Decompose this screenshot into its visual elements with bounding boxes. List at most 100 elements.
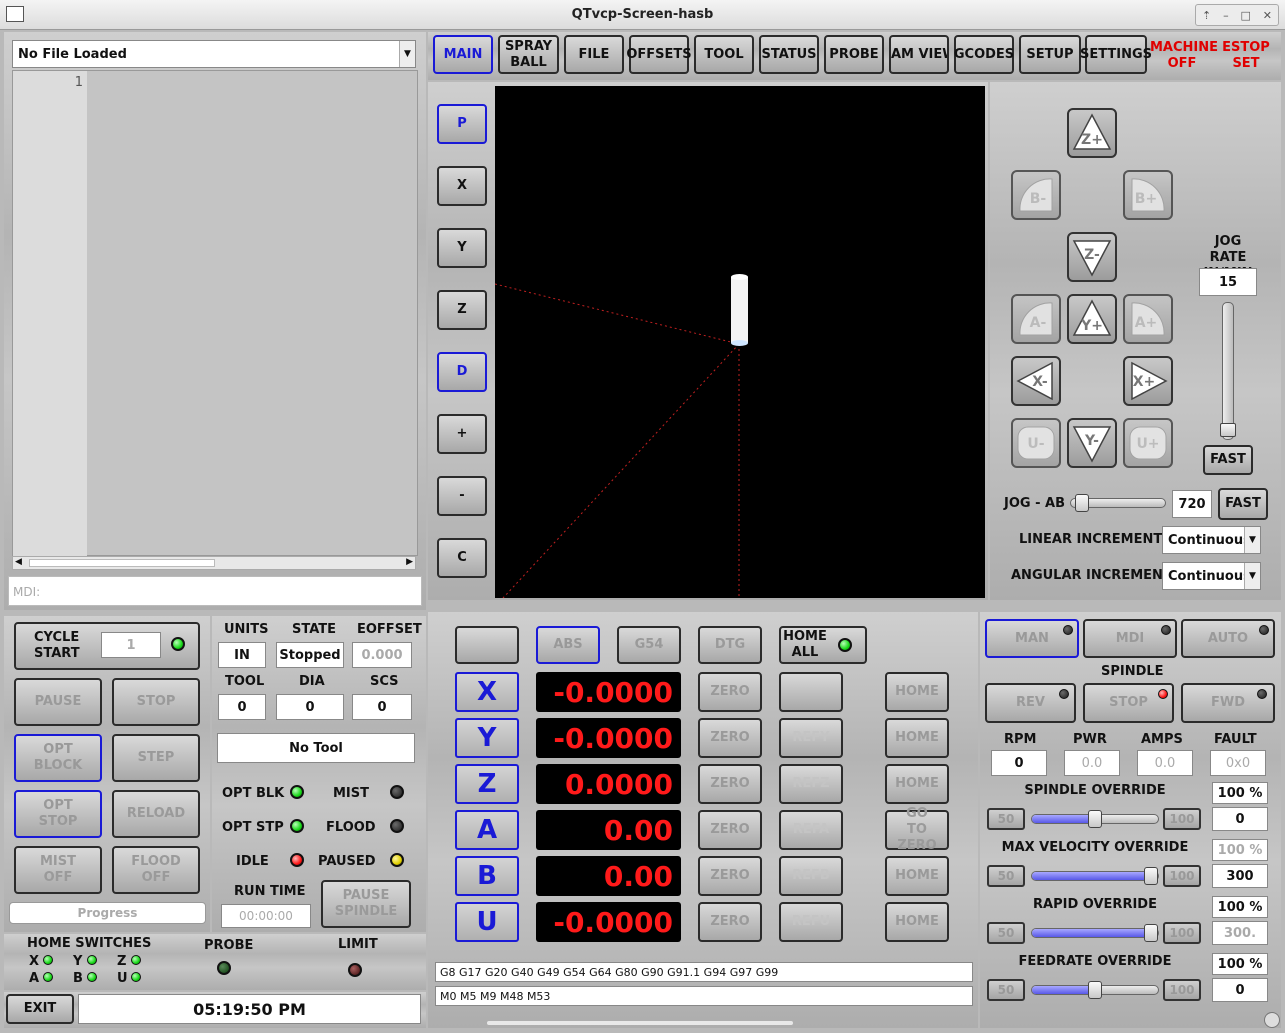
spindle-override-min-button[interactable]: 50: [987, 808, 1025, 830]
max-velocity-override-min-button[interactable]: 50: [987, 865, 1025, 887]
spindle-override-value[interactable]: 0: [1212, 807, 1268, 831]
step-button[interactable]: STEP: [112, 734, 200, 782]
tab-settings[interactable]: SETTINGS: [1080, 35, 1152, 74]
rapid-override-value[interactable]: 300.: [1212, 921, 1268, 945]
opt-block-button[interactable]: OPT BLOCK: [14, 734, 102, 782]
axis-a-home-button[interactable]: GO TO ZERO: [885, 806, 949, 853]
jog-rate-slider[interactable]: [1220, 302, 1236, 440]
jog-y-plus-button[interactable]: Y+: [1067, 294, 1117, 344]
dro-g54-button[interactable]: G54: [617, 626, 681, 664]
spindle-override-slider-handle[interactable]: [1088, 810, 1102, 828]
gcode-editor[interactable]: 1: [12, 70, 418, 557]
axis-u-home-button[interactable]: HOME: [885, 902, 949, 942]
zoom-out-button[interactable]: -: [437, 476, 487, 516]
view-y-button[interactable]: Y: [437, 228, 487, 268]
jog-z-plus-button[interactable]: Z+: [1067, 108, 1117, 158]
angular-increment-select[interactable]: Continuous ▼: [1162, 562, 1261, 590]
machine-status[interactable]: MACHINE OFF: [1150, 40, 1218, 72]
axis-a-ref-button[interactable]: REFA: [779, 810, 843, 850]
spindle-override-max-button[interactable]: 100: [1163, 808, 1201, 830]
jog-u-minus-button[interactable]: U-: [1011, 418, 1061, 468]
max-velocity-override-slider[interactable]: [1031, 867, 1159, 885]
axis-a-zero-button[interactable]: ZERO: [698, 810, 762, 850]
spindle-override-slider[interactable]: [1031, 810, 1159, 828]
jog-rate-value[interactable]: 15: [1199, 268, 1257, 296]
axis-y-zero-button[interactable]: ZERO: [698, 718, 762, 758]
axis-b-home-button[interactable]: HOME: [885, 856, 949, 896]
axis-z-home-button[interactable]: HOME: [885, 764, 949, 804]
tab-status[interactable]: STATUS: [759, 35, 819, 74]
rapid-override-max-button[interactable]: 100: [1163, 922, 1201, 944]
jog-x-plus-button[interactable]: X+: [1123, 356, 1173, 406]
jog-ab-slider-handle[interactable]: [1075, 494, 1089, 512]
view-x-button[interactable]: X: [437, 166, 487, 206]
editor-hscrollbar[interactable]: ◀ ▶: [12, 556, 416, 570]
axis-x-label[interactable]: X: [455, 672, 519, 712]
axis-b-label[interactable]: B: [455, 856, 519, 896]
axis-y-home-button[interactable]: HOME: [885, 718, 949, 758]
jog-b-plus-button[interactable]: B+: [1123, 170, 1173, 220]
feedrate-override-min-button[interactable]: 50: [987, 979, 1025, 1001]
dro-dtg-button[interactable]: DTG: [698, 626, 762, 664]
stop-button[interactable]: STOP: [112, 678, 200, 726]
tab-file[interactable]: FILE: [564, 35, 624, 74]
tab-spray-ball[interactable]: SPRAY BALL: [498, 35, 559, 74]
jog-ab-fast-button[interactable]: FAST: [1218, 488, 1268, 520]
feedrate-override-slider-handle[interactable]: [1088, 981, 1102, 999]
view-p-button[interactable]: P: [437, 104, 487, 144]
scroll-right-icon[interactable]: ▶: [406, 557, 413, 567]
clear-view-button[interactable]: C: [437, 538, 487, 578]
rapid-override-slider-handle[interactable]: [1144, 924, 1158, 942]
tab-cam-view[interactable]: CAM VIEW: [889, 35, 949, 74]
axis-y-label[interactable]: Y: [455, 718, 519, 758]
exit-button[interactable]: EXIT: [6, 994, 74, 1024]
zoom-in-button[interactable]: +: [437, 414, 487, 454]
axis-b-ref-button[interactable]: REFB: [779, 856, 843, 896]
tab-setup[interactable]: SETUP: [1019, 35, 1081, 74]
tab-main[interactable]: MAIN: [433, 35, 493, 74]
pause-spindle-button[interactable]: PAUSE SPINDLE: [321, 880, 411, 928]
axis-b-zero-button[interactable]: ZERO: [698, 856, 762, 896]
tab-offsets[interactable]: OFFSETS: [626, 35, 692, 74]
jog-fast-button[interactable]: FAST: [1203, 445, 1253, 475]
mist-off-button[interactable]: MIST OFF: [14, 846, 102, 894]
jog-a-minus-button[interactable]: A-: [1011, 294, 1061, 344]
keep-above-icon[interactable]: ⇡: [1202, 9, 1211, 22]
axis-z-ref-button[interactable]: REFZ: [779, 764, 843, 804]
axis-x-zero-button[interactable]: ZERO: [698, 672, 762, 712]
mdi-input[interactable]: MDI:: [8, 576, 422, 606]
axis-x-home-button[interactable]: HOME: [885, 672, 949, 712]
jog-y-minus-button[interactable]: Y-: [1067, 418, 1117, 468]
pause-button[interactable]: PAUSE: [14, 678, 102, 726]
jog-a-plus-button[interactable]: A+: [1123, 294, 1173, 344]
jog-ab-value[interactable]: 720: [1172, 490, 1212, 518]
minimize-icon[interactable]: –: [1223, 9, 1229, 22]
axis-y-ref-button[interactable]: REFY: [779, 718, 843, 758]
view-d-button[interactable]: D: [437, 352, 487, 392]
maximize-icon[interactable]: □: [1240, 9, 1250, 22]
tab-tool[interactable]: TOOL: [694, 35, 754, 74]
jog-x-minus-button[interactable]: X-: [1011, 356, 1061, 406]
axis-u-label[interactable]: U: [455, 902, 519, 942]
resize-grip-icon[interactable]: [1264, 1012, 1280, 1028]
axis-a-label[interactable]: A: [455, 810, 519, 850]
estop-status[interactable]: ESTOP SET: [1218, 40, 1274, 72]
scroll-thumb[interactable]: [29, 559, 215, 567]
linear-increment-select[interactable]: Continuous ▼: [1162, 526, 1261, 554]
axis-u-zero-button[interactable]: ZERO: [698, 902, 762, 942]
axis-u-ref-button[interactable]: REFU: [779, 902, 843, 942]
opt-stop-button[interactable]: OPT STOP: [14, 790, 102, 838]
file-selector[interactable]: No File Loaded ▼: [12, 40, 416, 68]
cycle-start-line[interactable]: 1: [101, 632, 161, 658]
axis-z-zero-button[interactable]: ZERO: [698, 764, 762, 804]
jog-b-minus-button[interactable]: B-: [1011, 170, 1061, 220]
jog-rate-slider-handle[interactable]: [1220, 422, 1236, 437]
rapid-override-min-button[interactable]: 50: [987, 922, 1025, 944]
max-velocity-override-value[interactable]: 300: [1212, 864, 1268, 888]
view-z-button[interactable]: Z: [437, 290, 487, 330]
rapid-override-slider[interactable]: [1031, 924, 1159, 942]
dro-abs-button[interactable]: ABS: [536, 626, 600, 664]
feedrate-override-value[interactable]: 0: [1212, 978, 1268, 1002]
axis-x-ref-button[interactable]: [779, 672, 843, 712]
max-velocity-override-slider-handle[interactable]: [1144, 867, 1158, 885]
